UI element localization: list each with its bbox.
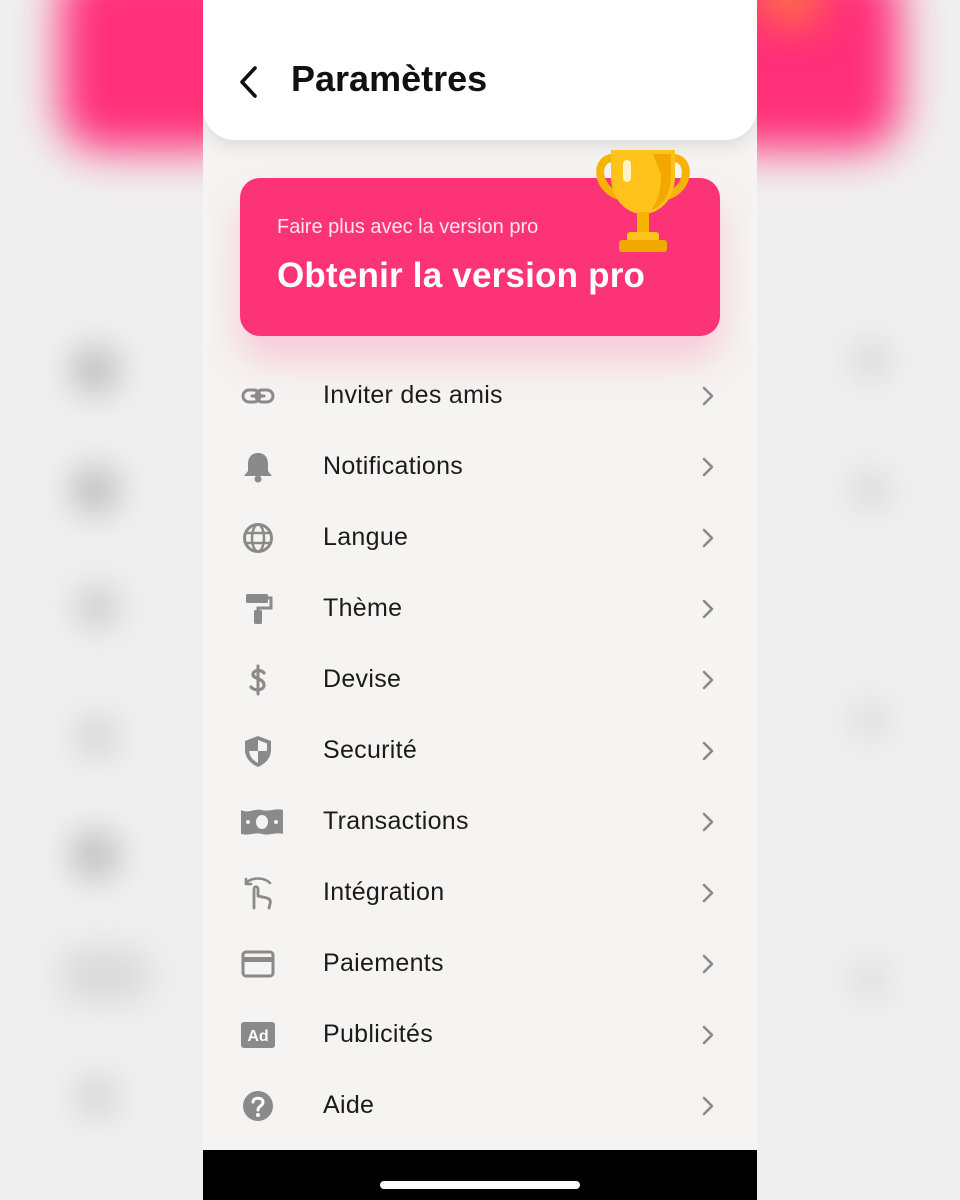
chevron-right-icon bbox=[702, 457, 714, 477]
link-icon bbox=[240, 378, 276, 414]
chevron-right-icon bbox=[702, 812, 714, 832]
chevron-right-icon bbox=[702, 670, 714, 690]
back-button[interactable] bbox=[233, 62, 267, 102]
bottom-bar bbox=[203, 1150, 757, 1200]
background-icon bbox=[70, 830, 120, 880]
settings-item-notifications[interactable]: Notifications bbox=[203, 431, 757, 502]
settings-item-label: Publicités bbox=[323, 1020, 433, 1048]
background-icon bbox=[60, 950, 150, 1000]
settings-list: Inviter des amis Notifications Langue Th… bbox=[203, 360, 757, 1141]
chevron-right-icon bbox=[702, 1025, 714, 1045]
home-indicator[interactable] bbox=[380, 1181, 580, 1189]
ad-icon-text: Ad bbox=[247, 1028, 268, 1045]
settings-item-language[interactable]: Langue bbox=[203, 502, 757, 573]
settings-item-currency[interactable]: Devise bbox=[203, 644, 757, 715]
settings-item-label: Aide bbox=[323, 1091, 375, 1119]
background-icon bbox=[75, 1075, 119, 1119]
settings-panel: Paramètres Faire plus avec la version pr… bbox=[203, 0, 757, 1200]
shield-icon bbox=[240, 733, 276, 769]
chevron-right-icon bbox=[702, 883, 714, 903]
settings-item-security[interactable]: Securité bbox=[203, 715, 757, 786]
touch-swipe-icon bbox=[240, 875, 276, 911]
globe-icon bbox=[240, 520, 276, 556]
chevron-right-icon bbox=[702, 528, 714, 548]
settings-item-label: Inviter des amis bbox=[323, 381, 503, 409]
chevron-right-icon bbox=[702, 741, 714, 761]
credit-card-icon bbox=[240, 946, 276, 982]
background-icon bbox=[850, 700, 890, 740]
settings-item-label: Paiements bbox=[323, 949, 444, 977]
ad-icon: Ad bbox=[240, 1017, 276, 1053]
settings-item-integration[interactable]: Intégration bbox=[203, 857, 757, 928]
settings-item-help[interactable]: Aide bbox=[203, 1070, 757, 1141]
background-icon bbox=[75, 585, 119, 629]
chevron-right-icon bbox=[702, 386, 714, 406]
settings-header: Paramètres bbox=[203, 0, 757, 140]
background-icon bbox=[850, 470, 890, 510]
background-icon bbox=[850, 340, 890, 380]
chevron-right-icon bbox=[702, 954, 714, 974]
dollar-icon bbox=[240, 662, 276, 698]
paint-roller-icon bbox=[240, 591, 276, 627]
chevron-right-icon bbox=[702, 1096, 714, 1116]
settings-item-theme[interactable]: Thème bbox=[203, 573, 757, 644]
background-icon bbox=[850, 960, 890, 1000]
page-title: Paramètres bbox=[291, 58, 488, 99]
settings-item-label: Securité bbox=[323, 736, 418, 764]
settings-item-ads[interactable]: Ad Publicités bbox=[203, 999, 757, 1070]
background-icon bbox=[70, 465, 120, 515]
settings-item-payments[interactable]: Paiements bbox=[203, 928, 757, 999]
chevron-right-icon bbox=[702, 599, 714, 619]
bell-icon bbox=[240, 449, 276, 485]
settings-item-label: Transactions bbox=[323, 807, 469, 835]
banknote-icon bbox=[239, 804, 285, 840]
settings-item-transactions[interactable]: Transactions bbox=[203, 786, 757, 857]
settings-item-label: Langue bbox=[323, 523, 409, 551]
promo-title: Obtenir la version pro bbox=[277, 256, 646, 295]
background-icon bbox=[75, 715, 119, 759]
settings-item-label: Notifications bbox=[323, 452, 464, 480]
settings-item-label: Devise bbox=[323, 665, 402, 693]
promo-subtitle: Faire plus avec la version pro bbox=[277, 216, 539, 238]
settings-item-label: Thème bbox=[323, 594, 403, 622]
chevron-left-icon bbox=[240, 66, 257, 98]
settings-item-invite-friends[interactable]: Inviter des amis bbox=[203, 360, 757, 431]
help-icon bbox=[240, 1088, 276, 1124]
trophy-icon bbox=[596, 150, 690, 252]
settings-item-label: Intégration bbox=[323, 878, 445, 906]
background-icon bbox=[70, 345, 120, 395]
